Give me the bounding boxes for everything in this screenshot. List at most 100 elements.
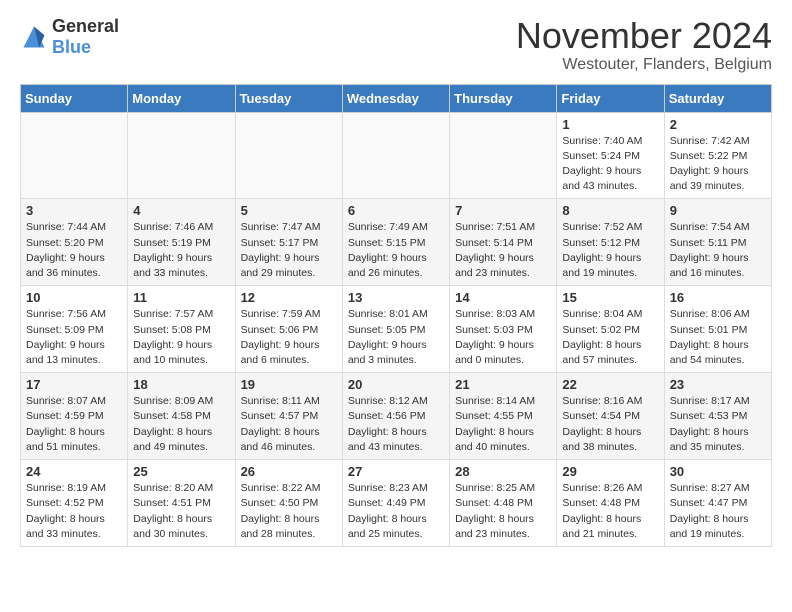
day-info: Sunrise: 7:54 AMSunset: 5:11 PMDaylight:… <box>670 220 766 281</box>
calendar-cell-w3-d1: 18Sunrise: 8:09 AMSunset: 4:58 PMDayligh… <box>128 373 235 460</box>
title-area: November 2024 Westouter, Flanders, Belgi… <box>516 16 772 74</box>
day-number: 13 <box>348 290 444 305</box>
calendar-cell-w4-d4: 28 Sunrise: 8:25 AMSunset: 4:48 PMDayligh… <box>450 460 557 547</box>
day-number: 30 <box>670 464 766 479</box>
calendar-cell-w3-d2: 19 Sunrise: 8:11 AMSunset: 4:57 PMDayligh… <box>235 373 342 460</box>
calendar-cell-w0-d4 <box>450 112 557 199</box>
calendar-cell-w2-d0: 10 Sunrise: 7:56 AMSunset: 5:09 PMDayligh… <box>21 286 128 373</box>
day-number: 16 <box>670 290 766 305</box>
calendar-cell-w1-d4: 7 Sunrise: 7:51 AMSunset: 5:14 PMDaylight… <box>450 199 557 286</box>
day-number: 17 <box>26 377 122 392</box>
calendar-cell-w0-d6: 2 Sunrise: 7:42 AMSunset: 5:22 PMDaylight… <box>664 112 771 199</box>
calendar-cell-w2-d1: 11 Sunrise: 7:57 AMSunset: 5:08 PMDayligh… <box>128 286 235 373</box>
header-monday: Monday <box>128 84 235 112</box>
day-info: Sunrise: 8:27 AMSunset: 4:47 PMDaylight:… <box>670 481 766 542</box>
week-row-2: 10 Sunrise: 7:56 AMSunset: 5:09 PMDayligh… <box>21 286 772 373</box>
day-info: Sunrise: 8:09 AMSunset: 4:58 PMDaylight:… <box>133 394 229 455</box>
day-number: 19 <box>241 377 337 392</box>
day-info: Sunrise: 8:19 AMSunset: 4:52 PMDaylight:… <box>26 481 122 542</box>
week-row-3: 17 Sunrise: 8:07 AMSunset: 4:59 PMDayligh… <box>21 373 772 460</box>
day-number: 24 <box>26 464 122 479</box>
day-number: 28 <box>455 464 551 479</box>
day-number: 26 <box>241 464 337 479</box>
day-info: Sunrise: 8:12 AMSunset: 4:56 PMDaylight:… <box>348 394 444 455</box>
calendar-cell-w4-d3: 27 Sunrise: 8:23 AMSunset: 4:49 PMDayligh… <box>342 460 449 547</box>
day-info: Sunrise: 8:11 AMSunset: 4:57 PMDaylight:… <box>241 394 337 455</box>
day-info: Sunrise: 7:44 AMSunset: 5:20 PMDaylight:… <box>26 220 122 281</box>
day-number: 3 <box>26 203 122 218</box>
calendar-cell-w1-d2: 5Sunrise: 7:47 AMSunset: 5:17 PMDaylight… <box>235 199 342 286</box>
day-number: 10 <box>26 290 122 305</box>
day-number: 23 <box>670 377 766 392</box>
day-number: 1 <box>562 117 658 132</box>
calendar-cell-w3-d3: 20Sunrise: 8:12 AMSunset: 4:56 PMDayligh… <box>342 373 449 460</box>
day-info: Sunrise: 7:52 AMSunset: 5:12 PMDaylight:… <box>562 220 658 281</box>
day-number: 12 <box>241 290 337 305</box>
day-info: Sunrise: 7:57 AMSunset: 5:08 PMDaylight:… <box>133 307 229 368</box>
calendar-cell-w3-d6: 23 Sunrise: 8:17 AMSunset: 4:53 PMDayligh… <box>664 373 771 460</box>
week-row-4: 24 Sunrise: 8:19 AMSunset: 4:52 PMDayligh… <box>21 460 772 547</box>
calendar-cell-w1-d3: 6 Sunrise: 7:49 AMSunset: 5:15 PMDaylight… <box>342 199 449 286</box>
day-info: Sunrise: 7:49 AMSunset: 5:15 PMDaylight:… <box>348 220 444 281</box>
calendar-cell-w4-d6: 30 Sunrise: 8:27 AMSunset: 4:47 PMDayligh… <box>664 460 771 547</box>
calendar-header-row: Sunday Monday Tuesday Wednesday Thursday… <box>21 84 772 112</box>
header-friday: Friday <box>557 84 664 112</box>
calendar-cell-w4-d0: 24 Sunrise: 8:19 AMSunset: 4:52 PMDayligh… <box>21 460 128 547</box>
calendar-cell-w1-d6: 9 Sunrise: 7:54 AMSunset: 5:11 PMDaylight… <box>664 199 771 286</box>
day-number: 11 <box>133 290 229 305</box>
calendar: Sunday Monday Tuesday Wednesday Thursday… <box>20 84 772 547</box>
calendar-cell-w2-d4: 14Sunrise: 8:03 AMSunset: 5:03 PMDayligh… <box>450 286 557 373</box>
calendar-cell-w3-d5: 22 Sunrise: 8:16 AMSunset: 4:54 PMDayligh… <box>557 373 664 460</box>
day-number: 7 <box>455 203 551 218</box>
day-info: Sunrise: 7:59 AMSunset: 5:06 PMDaylight:… <box>241 307 337 368</box>
logo-general: General <box>52 16 119 36</box>
calendar-cell-w4-d5: 29Sunrise: 8:26 AMSunset: 4:48 PMDayligh… <box>557 460 664 547</box>
day-info: Sunrise: 8:23 AMSunset: 4:49 PMDaylight:… <box>348 481 444 542</box>
calendar-cell-w0-d2 <box>235 112 342 199</box>
day-number: 22 <box>562 377 658 392</box>
day-info: Sunrise: 7:51 AMSunset: 5:14 PMDaylight:… <box>455 220 551 281</box>
day-info: Sunrise: 8:25 AMSunset: 4:48 PMDaylight:… <box>455 481 551 542</box>
day-info: Sunrise: 8:17 AMSunset: 4:53 PMDaylight:… <box>670 394 766 455</box>
calendar-cell-w3-d4: 21 Sunrise: 8:14 AMSunset: 4:55 PMDayligh… <box>450 373 557 460</box>
month-title: November 2024 <box>516 16 772 56</box>
day-info: Sunrise: 7:46 AMSunset: 5:19 PMDaylight:… <box>133 220 229 281</box>
day-info: Sunrise: 8:26 AMSunset: 4:48 PMDaylight:… <box>562 481 658 542</box>
calendar-cell-w2-d3: 13 Sunrise: 8:01 AMSunset: 5:05 PMDayligh… <box>342 286 449 373</box>
header-thursday: Thursday <box>450 84 557 112</box>
calendar-cell-w0-d0 <box>21 112 128 199</box>
calendar-cell-w0-d5: 1Sunrise: 7:40 AMSunset: 5:24 PMDaylight… <box>557 112 664 199</box>
day-info: Sunrise: 8:16 AMSunset: 4:54 PMDaylight:… <box>562 394 658 455</box>
day-info: Sunrise: 8:22 AMSunset: 4:50 PMDaylight:… <box>241 481 337 542</box>
day-number: 21 <box>455 377 551 392</box>
logo-blue: Blue <box>52 37 91 57</box>
header-saturday: Saturday <box>664 84 771 112</box>
day-info: Sunrise: 8:14 AMSunset: 4:55 PMDaylight:… <box>455 394 551 455</box>
day-number: 2 <box>670 117 766 132</box>
day-info: Sunrise: 8:07 AMSunset: 4:59 PMDaylight:… <box>26 394 122 455</box>
day-number: 8 <box>562 203 658 218</box>
day-number: 27 <box>348 464 444 479</box>
day-number: 4 <box>133 203 229 218</box>
day-info: Sunrise: 8:03 AMSunset: 5:03 PMDaylight:… <box>455 307 551 368</box>
header: General Blue November 2024 Westouter, Fl… <box>20 16 772 74</box>
day-info: Sunrise: 7:42 AMSunset: 5:22 PMDaylight:… <box>670 134 766 195</box>
day-info: Sunrise: 7:47 AMSunset: 5:17 PMDaylight:… <box>241 220 337 281</box>
calendar-cell-w2-d6: 16Sunrise: 8:06 AMSunset: 5:01 PMDayligh… <box>664 286 771 373</box>
day-info: Sunrise: 7:56 AMSunset: 5:09 PMDaylight:… <box>26 307 122 368</box>
day-info: Sunrise: 8:20 AMSunset: 4:51 PMDaylight:… <box>133 481 229 542</box>
page: General Blue November 2024 Westouter, Fl… <box>0 0 792 563</box>
logo: General Blue <box>20 16 119 58</box>
header-wednesday: Wednesday <box>342 84 449 112</box>
day-info: Sunrise: 8:04 AMSunset: 5:02 PMDaylight:… <box>562 307 658 368</box>
day-info: Sunrise: 8:01 AMSunset: 5:05 PMDaylight:… <box>348 307 444 368</box>
week-row-0: 1Sunrise: 7:40 AMSunset: 5:24 PMDaylight… <box>21 112 772 199</box>
logo-text: General Blue <box>52 16 119 58</box>
calendar-cell-w1-d5: 8 Sunrise: 7:52 AMSunset: 5:12 PMDaylight… <box>557 199 664 286</box>
day-number: 6 <box>348 203 444 218</box>
calendar-cell-w0-d3 <box>342 112 449 199</box>
header-sunday: Sunday <box>21 84 128 112</box>
day-number: 9 <box>670 203 766 218</box>
calendar-cell-w2-d2: 12 Sunrise: 7:59 AMSunset: 5:06 PMDayligh… <box>235 286 342 373</box>
week-row-1: 3 Sunrise: 7:44 AMSunset: 5:20 PMDaylight… <box>21 199 772 286</box>
